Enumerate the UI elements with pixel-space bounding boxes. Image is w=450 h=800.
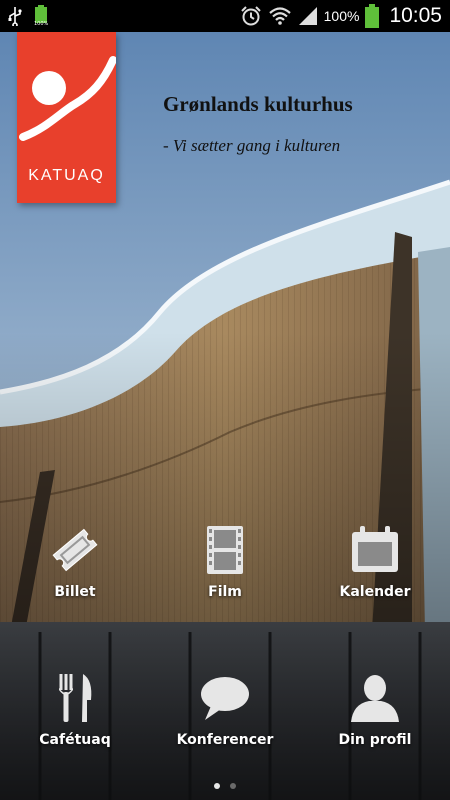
menu-din-profil-label: Din profil xyxy=(338,732,412,748)
menu-din-profil-button[interactable]: Din profil xyxy=(300,670,450,780)
speech-bubble-icon xyxy=(197,670,253,726)
fork-knife-icon xyxy=(47,670,103,726)
battery-small-icon: 100% xyxy=(34,5,48,27)
battery-percent: 100% xyxy=(323,8,360,24)
page-indicator[interactable] xyxy=(0,783,450,789)
menu-konferencer-button[interactable]: Konferencer xyxy=(150,670,300,780)
logo-text: KATUAQ xyxy=(28,167,105,184)
battery-icon xyxy=(365,4,380,28)
ticket-icon xyxy=(47,522,103,578)
menu-billet-button[interactable]: Billet xyxy=(0,522,150,632)
menu-film-label: Film xyxy=(208,584,242,600)
menu-billet-label: Billet xyxy=(54,584,96,600)
signal-icon xyxy=(298,6,318,26)
menu-konferencer-label: Konferencer xyxy=(176,732,274,748)
menu-kalender-button[interactable]: Kalender xyxy=(300,522,450,632)
wifi-icon xyxy=(268,6,292,26)
menu-cafetuaq-label: Cafétuaq xyxy=(39,732,111,748)
headline: Grønlands kulturhus xyxy=(163,92,353,116)
logo-mark-icon xyxy=(19,56,117,141)
mini-battery-label: 100% xyxy=(34,21,49,27)
usb-icon xyxy=(8,6,22,26)
page-dot-2[interactable] xyxy=(230,783,236,789)
alarm-icon xyxy=(240,5,262,27)
status-bar: 100% 100% 10:05 xyxy=(0,0,450,32)
page-dot-1[interactable] xyxy=(214,783,220,789)
tagline: - Vi sætter gang i kulturen xyxy=(163,136,341,155)
menu-kalender-label: Kalender xyxy=(339,584,411,600)
film-strip-icon xyxy=(197,522,253,578)
clock: 10:05 xyxy=(389,4,442,27)
menu-film-button[interactable]: Film xyxy=(150,522,300,632)
calendar-icon xyxy=(347,522,403,578)
katuaq-logo: KATUAQ xyxy=(17,32,117,203)
menu-cafetuaq-button[interactable]: Cafétuaq xyxy=(0,670,150,780)
person-icon xyxy=(347,670,403,726)
